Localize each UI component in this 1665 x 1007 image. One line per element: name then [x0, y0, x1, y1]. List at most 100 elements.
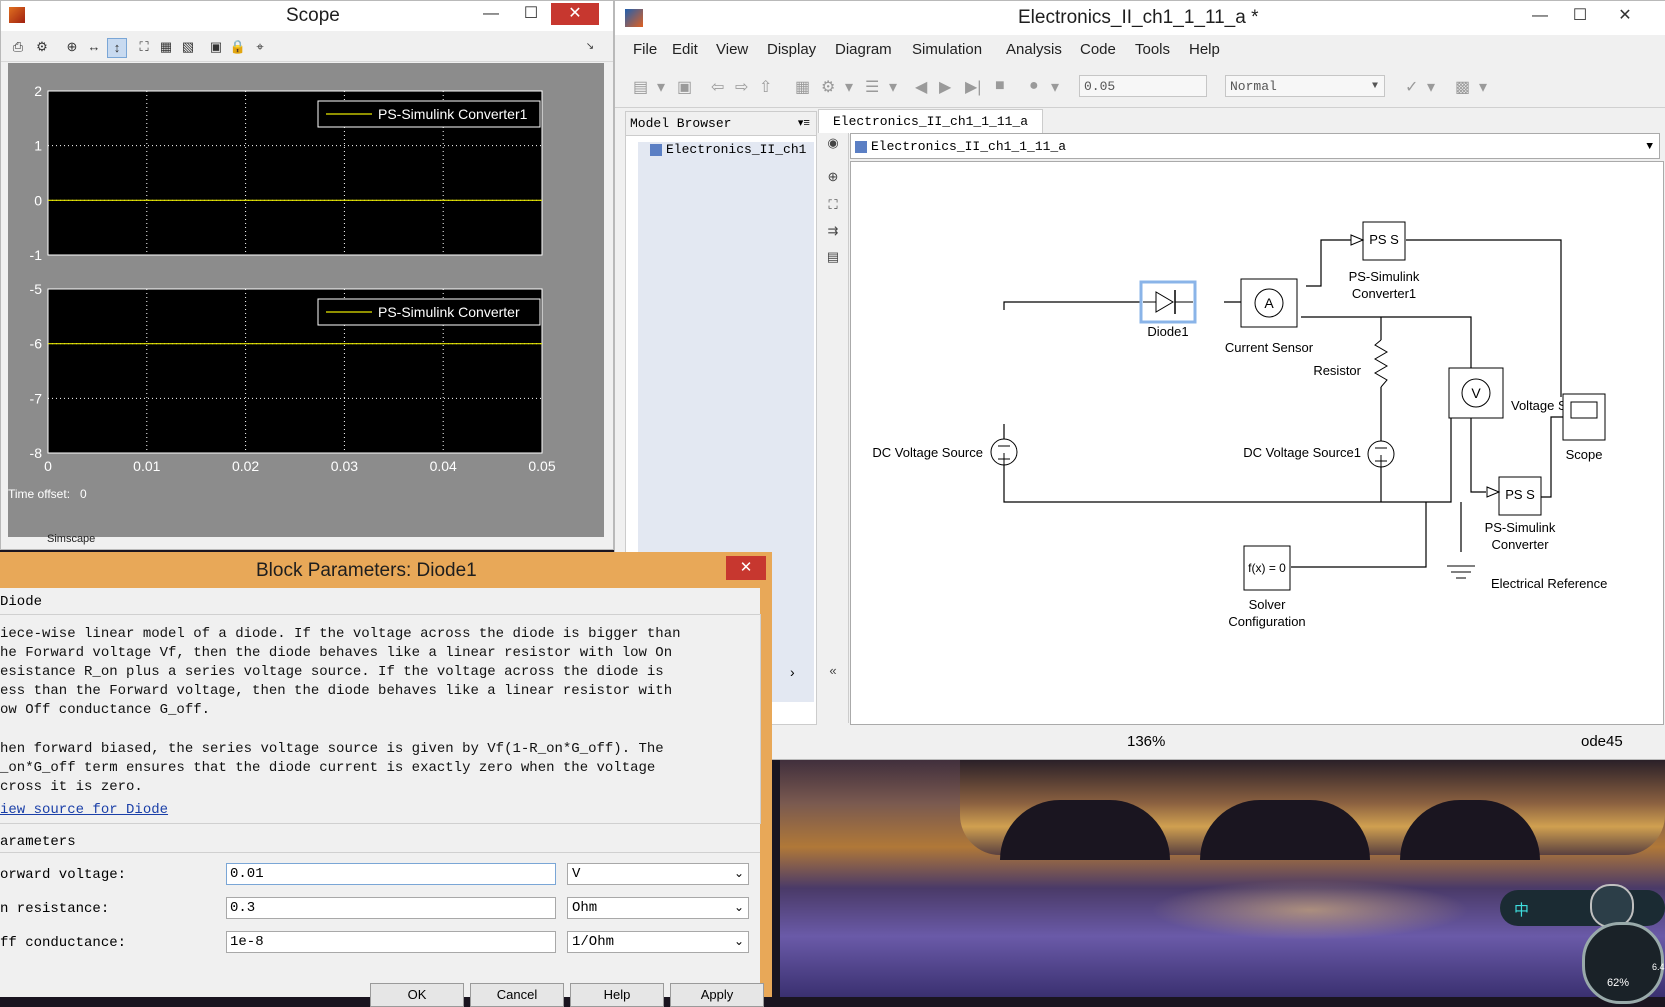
maximize-button[interactable]: ☐ — [1560, 5, 1600, 27]
parameters-icon[interactable]: ⚙ — [33, 38, 51, 56]
off-conductance-input[interactable]: 1e-8 — [226, 931, 556, 953]
zoom-in-icon[interactable]: ⊕ — [63, 38, 81, 56]
dialog-body: Diode iece-wise linear model of a diode.… — [0, 588, 764, 1007]
step-forward-icon[interactable]: ▶| — [965, 77, 981, 97]
browser-options-icon[interactable]: ▾≡ — [798, 112, 810, 136]
library-browser-icon[interactable]: ▦ — [795, 77, 810, 97]
signal-selector-icon[interactable]: ⌖ — [251, 38, 269, 56]
description-line: iece-wise linear model of a diode. If th… — [0, 626, 681, 642]
zoom-x-icon[interactable]: ↔ — [85, 38, 103, 56]
hide-browser-icon[interactable]: ◉ — [823, 133, 843, 153]
zoom-icon[interactable]: ⊕ — [823, 167, 843, 187]
floating-scope-icon[interactable]: ▣ — [207, 38, 225, 56]
zoom-y-icon[interactable]: ↕ — [107, 38, 127, 58]
save-axes-icon[interactable]: ▦ — [157, 38, 175, 56]
help-button[interactable]: Help — [570, 983, 664, 1007]
minimize-button[interactable]: — — [1520, 5, 1560, 27]
menu-edit[interactable]: Edit — [672, 41, 698, 58]
y-tick-label: 1 — [34, 138, 42, 154]
model-config-icon[interactable]: ⚙ — [821, 77, 835, 97]
wire-vsensor-conv — [1470, 417, 1486, 493]
on-resistance-unit-select[interactable]: Ohm ⌄ — [567, 897, 749, 919]
menu-code[interactable]: Code — [1080, 41, 1116, 58]
off-conductance-unit-select[interactable]: 1/Ohm ⌄ — [567, 931, 749, 953]
address-path[interactable]: Electronics_II_ch1_1_11_a — [871, 139, 1066, 154]
browser-tree-item[interactable]: Electronics_II_ch1 — [666, 142, 806, 157]
chevron-down-icon: ⌄ — [733, 867, 744, 881]
up-icon[interactable]: ⇧ — [759, 77, 772, 97]
scope-title: Scope — [286, 5, 340, 26]
dropdown-icon[interactable]: ▾ — [845, 77, 853, 97]
block-parameters-dialog: Block Parameters: Diode1 ✕ Diode iece-wi… — [0, 552, 772, 1007]
diode-block[interactable] — [1139, 280, 1197, 324]
view-source-link[interactable]: iew source for Diode — [0, 801, 168, 820]
cancel-button[interactable]: Cancel — [470, 983, 564, 1007]
lock-icon[interactable]: 🔒 — [229, 38, 247, 56]
menu-tools[interactable]: Tools — [1135, 41, 1170, 58]
dc-voltage-source1-block[interactable] — [1367, 440, 1395, 468]
new-model-icon[interactable]: ▤ — [633, 77, 648, 97]
resistor-block[interactable] — [1374, 339, 1388, 388]
back-icon[interactable]: ⇦ — [711, 77, 724, 97]
menu-file[interactable]: File — [633, 41, 657, 58]
apply-button[interactable]: Apply — [670, 983, 764, 1007]
dropdown-icon[interactable]: ▾ — [657, 77, 665, 97]
minimize-button[interactable]: — — [471, 3, 511, 25]
ok-button[interactable]: OK — [370, 983, 464, 1007]
section-title: Diode — [0, 594, 43, 610]
chevron-down-icon[interactable]: ▼ — [1646, 134, 1653, 160]
dialog-close-button[interactable]: ✕ — [726, 556, 766, 580]
maximize-button[interactable]: ☐ — [511, 3, 551, 25]
record-icon[interactable]: ● — [1029, 77, 1039, 95]
expand-icon[interactable]: › — [790, 664, 795, 680]
menu-help[interactable]: Help — [1189, 41, 1220, 58]
simulink-titlebar: Electronics_II_ch1_1_11_a * — ☐ ✕ — [615, 1, 1665, 35]
dropdown-icon[interactable]: ▾ — [1051, 77, 1059, 97]
forward-voltage-input[interactable]: 0.01 — [226, 863, 556, 885]
menu-diagram[interactable]: Diagram — [835, 41, 892, 58]
menu-analysis[interactable]: Analysis — [1006, 41, 1062, 58]
dropdown-icon[interactable]: ▾ — [1479, 77, 1487, 97]
menu-view[interactable]: View — [716, 41, 748, 58]
save-icon[interactable]: ▣ — [677, 77, 692, 97]
scope-block[interactable] — [1562, 393, 1606, 441]
autoscale-icon[interactable]: ⛶ — [135, 38, 153, 56]
stop-icon[interactable]: ■ — [995, 77, 1005, 95]
run-icon[interactable]: ▶ — [939, 77, 951, 97]
model-diagram: Diode1 A Current Sensor PS S PS-Simulink… — [872, 221, 1607, 629]
fit-view-icon[interactable]: ⛶ — [823, 195, 843, 215]
tab-model[interactable]: Electronics_II_ch1_1_11_a — [818, 109, 1044, 134]
simulation-mode-select[interactable]: Normal ▼ — [1225, 75, 1385, 97]
menu-display[interactable]: Display — [767, 41, 816, 58]
close-button[interactable]: ✕ — [551, 3, 599, 25]
forward-voltage-unit-select[interactable]: V ⌄ — [567, 863, 749, 885]
build-icon[interactable]: ▩ — [1455, 77, 1470, 97]
step-back-icon[interactable]: ◀ — [915, 77, 927, 97]
model-explorer-icon[interactable]: ☰ — [865, 77, 879, 97]
print-icon[interactable]: ⎙ — [9, 38, 27, 56]
collapse-palette-icon[interactable]: « — [823, 661, 843, 681]
route-lines-icon[interactable]: ⇉ — [823, 221, 843, 241]
dropdown-icon[interactable]: ▾ — [1427, 77, 1435, 97]
scope-plots: 210-1PS-Simulink Converter1-5-6-7-80 0.01… — [30, 83, 556, 474]
status-bar: 136% ode45 — [615, 729, 1665, 755]
ammeter-glyph: A — [1264, 295, 1274, 311]
ps-conv-label-line1: PS-Simulink — [1485, 520, 1556, 535]
close-button[interactable]: ✕ — [1605, 5, 1645, 27]
dropdown-icon[interactable]: ▾ — [889, 77, 897, 97]
toolbar-overflow-icon[interactable]: ↘ — [581, 38, 599, 56]
menu-simulation[interactable]: Simulation — [912, 41, 982, 58]
model-advisor-icon[interactable]: ✓ — [1405, 77, 1418, 97]
simulation-mode-value: Normal — [1230, 79, 1277, 94]
stop-time-input[interactable]: 0.05 — [1079, 75, 1207, 97]
electrical-reference-block[interactable] — [1447, 565, 1475, 579]
chevron-down-icon: ⌄ — [733, 935, 744, 949]
annotation-icon[interactable]: ▤ — [823, 247, 843, 267]
ime-toolbar[interactable]: 中 — [1500, 884, 1665, 928]
restore-axes-icon[interactable]: ▧ — [179, 38, 197, 56]
on-resistance-input[interactable]: 0.3 — [226, 897, 556, 919]
forward-icon[interactable]: ⇨ — [735, 77, 748, 97]
dc-voltage-source-block[interactable] — [990, 438, 1018, 466]
parameters-group: orward voltage: 0.01 V ⌄ n resistance: 0.… — [0, 852, 760, 983]
description-line: ess than the Forward voltage, then the d… — [0, 683, 673, 699]
